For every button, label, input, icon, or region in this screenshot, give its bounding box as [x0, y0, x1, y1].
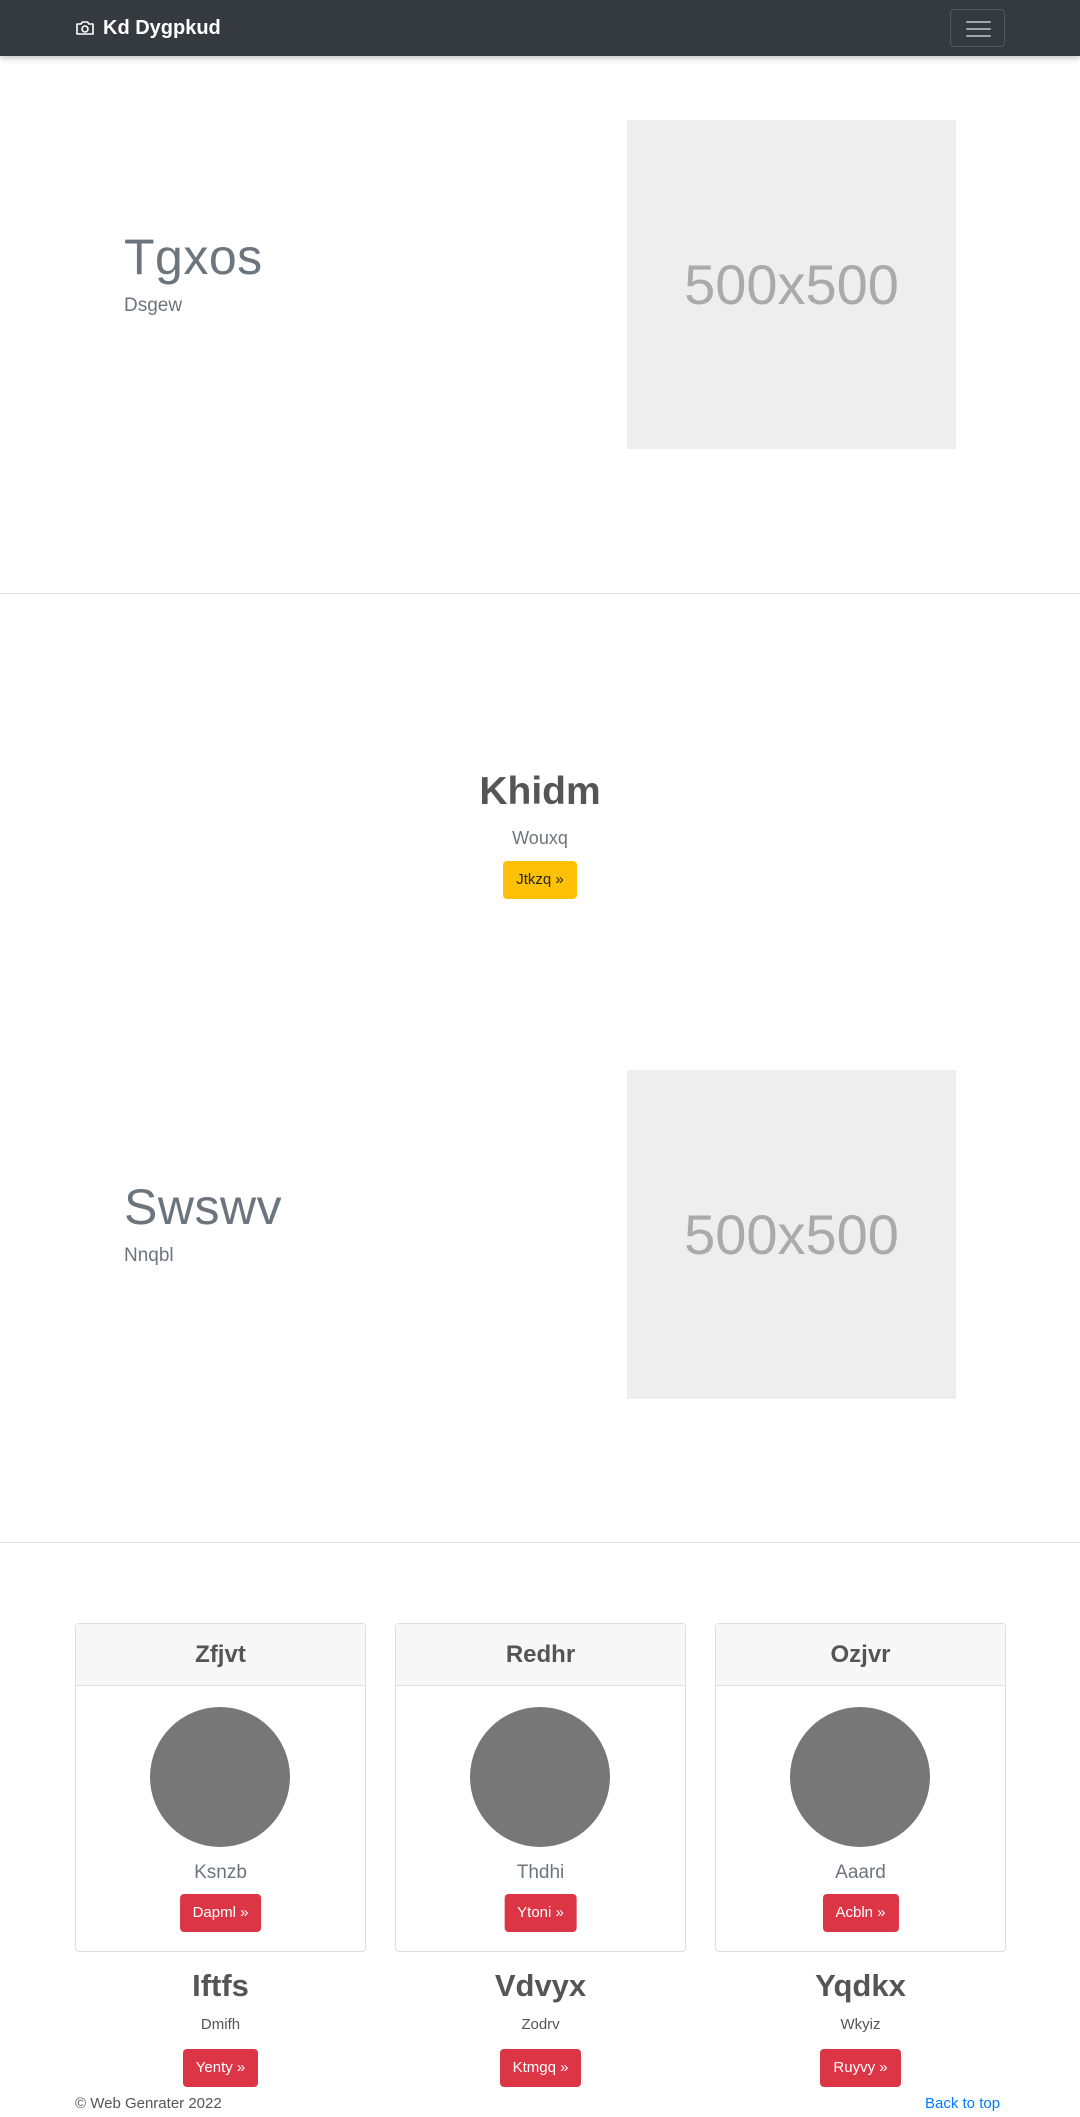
hamburger-icon: [966, 21, 991, 23]
column-title: Iftfs: [192, 1968, 249, 2003]
column-block: Iftfs Dmifh Yenty »: [75, 1968, 366, 2087]
card-button[interactable]: Acbln »: [822, 1894, 899, 1932]
card: Zfjvt Ksnzb Dapml »: [75, 1623, 366, 1952]
card-button[interactable]: Dapml »: [179, 1894, 262, 1932]
section-divider: [0, 593, 1080, 594]
column-text: Zodrv: [521, 2016, 560, 2033]
feature-title: Swswv: [124, 1179, 283, 1235]
section-divider: [0, 1542, 1080, 1543]
card-text: Ksnzb: [194, 1862, 247, 1883]
feature-title: Tgxos: [124, 229, 263, 285]
hero-button[interactable]: Jtkzq »: [503, 861, 577, 899]
column-title: Vdvyx: [494, 1968, 587, 2003]
brand-link[interactable]: Kd Dygpkud: [75, 14, 221, 42]
avatar: [790, 1707, 930, 1847]
column-text: Dmifh: [200, 2016, 241, 2033]
column-block: Vdvyx Zodrv Ktmgq »: [395, 1968, 686, 2087]
column-button[interactable]: Ruyvy »: [820, 2049, 901, 2087]
placeholder-image: 500x500: [627, 1070, 956, 1399]
hero-title: Khidm: [479, 770, 601, 813]
avatar: [470, 1707, 610, 1847]
back-to-top-link[interactable]: Back to top: [925, 2095, 1000, 2112]
card: Ozjvr Aaard Acbln »: [715, 1623, 1006, 1952]
column-block: Yqdkx Wkyiz Ruyvy »: [715, 1968, 1006, 2087]
navbar: Kd Dygpkud: [0, 0, 1080, 56]
hero-section: Khidm Wouxq Jtkzq »: [0, 770, 1080, 899]
avatar: [150, 1707, 290, 1847]
footer-copyright: © Web Genrater 2022: [75, 2095, 222, 2112]
placeholder-image: 500x500: [627, 120, 956, 449]
card-header: Ozjvr: [716, 1624, 1005, 1686]
card-text: Aaard: [835, 1862, 886, 1883]
column-text: Wkyiz: [840, 2016, 881, 2033]
hero-subtitle: Wouxq: [512, 828, 568, 848]
card: Redhr Thdhi Ytoni »: [395, 1623, 686, 1952]
card-header: Redhr: [396, 1624, 685, 1686]
card-header: Zfjvt: [76, 1624, 365, 1686]
card-button[interactable]: Ytoni »: [504, 1894, 577, 1932]
column-title: Yqdkx: [815, 1968, 906, 2003]
card-text: Thdhi: [516, 1862, 565, 1883]
feature-subtitle: Dsgew: [124, 295, 183, 316]
navbar-toggler-button[interactable]: [950, 9, 1005, 47]
column-button[interactable]: Yenty »: [182, 2049, 259, 2087]
camera-icon: [76, 21, 94, 35]
feature-subtitle: Nnqbl: [124, 1245, 174, 1266]
brand-name: Kd Dygpkud: [103, 16, 221, 39]
column-button[interactable]: Ktmgq »: [499, 2049, 582, 2087]
